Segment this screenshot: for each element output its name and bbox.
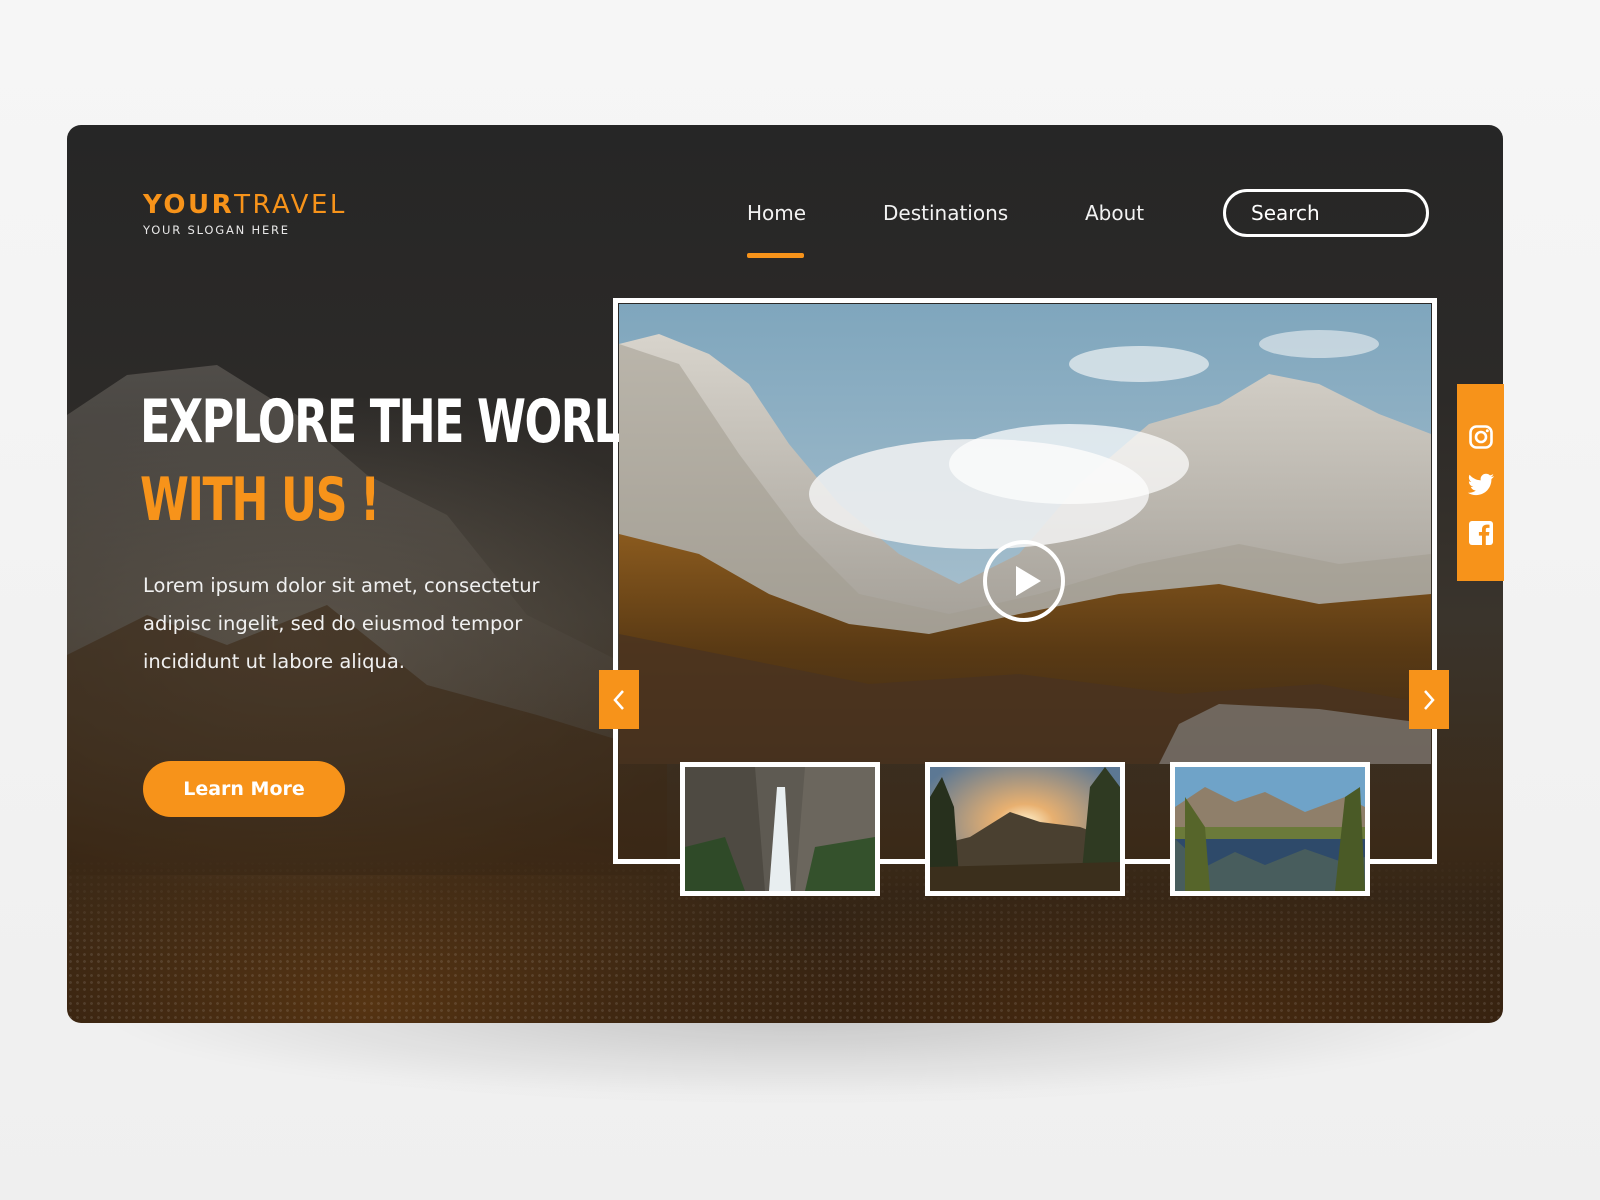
card-shadow — [90, 1010, 1510, 1100]
hero-heading-line2: WITH US ! — [140, 465, 380, 535]
site-logo[interactable]: YOURTRAVEL YOUR SLOGAN HERE — [143, 190, 347, 237]
waterfall-photo — [685, 767, 875, 891]
instagram-icon[interactable] — [1466, 422, 1496, 452]
thumbnail-waterfall[interactable] — [680, 762, 880, 896]
nav-item-home[interactable]: Home — [747, 201, 806, 225]
thumbnail-lake-reflection[interactable] — [1170, 762, 1370, 896]
search-input[interactable] — [1223, 189, 1429, 237]
nav-item-destinations[interactable]: Destinations — [883, 201, 1008, 225]
nav-item-about[interactable]: About — [1085, 201, 1144, 225]
thumbnail-forest-sunset[interactable] — [925, 762, 1125, 896]
slider-next-button[interactable] — [1409, 670, 1449, 729]
logo-wordmark: YOURTRAVEL — [143, 190, 347, 220]
chevron-left-icon — [613, 689, 624, 710]
lake-reflection-photo — [1175, 767, 1365, 891]
twitter-icon[interactable] — [1466, 470, 1496, 500]
chevron-right-icon — [1424, 689, 1435, 710]
logo-slogan: YOUR SLOGAN HERE — [143, 223, 290, 237]
play-button[interactable] — [983, 540, 1065, 622]
mountain-valley-photo — [619, 304, 1431, 764]
play-icon — [1016, 566, 1041, 596]
social-bar — [1457, 384, 1504, 581]
logo-word-bold: YOUR — [143, 190, 235, 220]
nav-active-indicator — [747, 253, 804, 258]
hero-heading-line1: EXPLORE THE WORLD — [140, 387, 657, 457]
slider-prev-button[interactable] — [599, 670, 639, 729]
forest-sunset-photo — [930, 767, 1120, 891]
learn-more-button[interactable]: Learn More — [143, 761, 345, 817]
hero-description: Lorem ipsum dolor sit amet, consectetur … — [143, 574, 540, 673]
logo-word-light: TRAVEL — [234, 190, 347, 220]
facebook-icon[interactable] — [1466, 518, 1496, 548]
